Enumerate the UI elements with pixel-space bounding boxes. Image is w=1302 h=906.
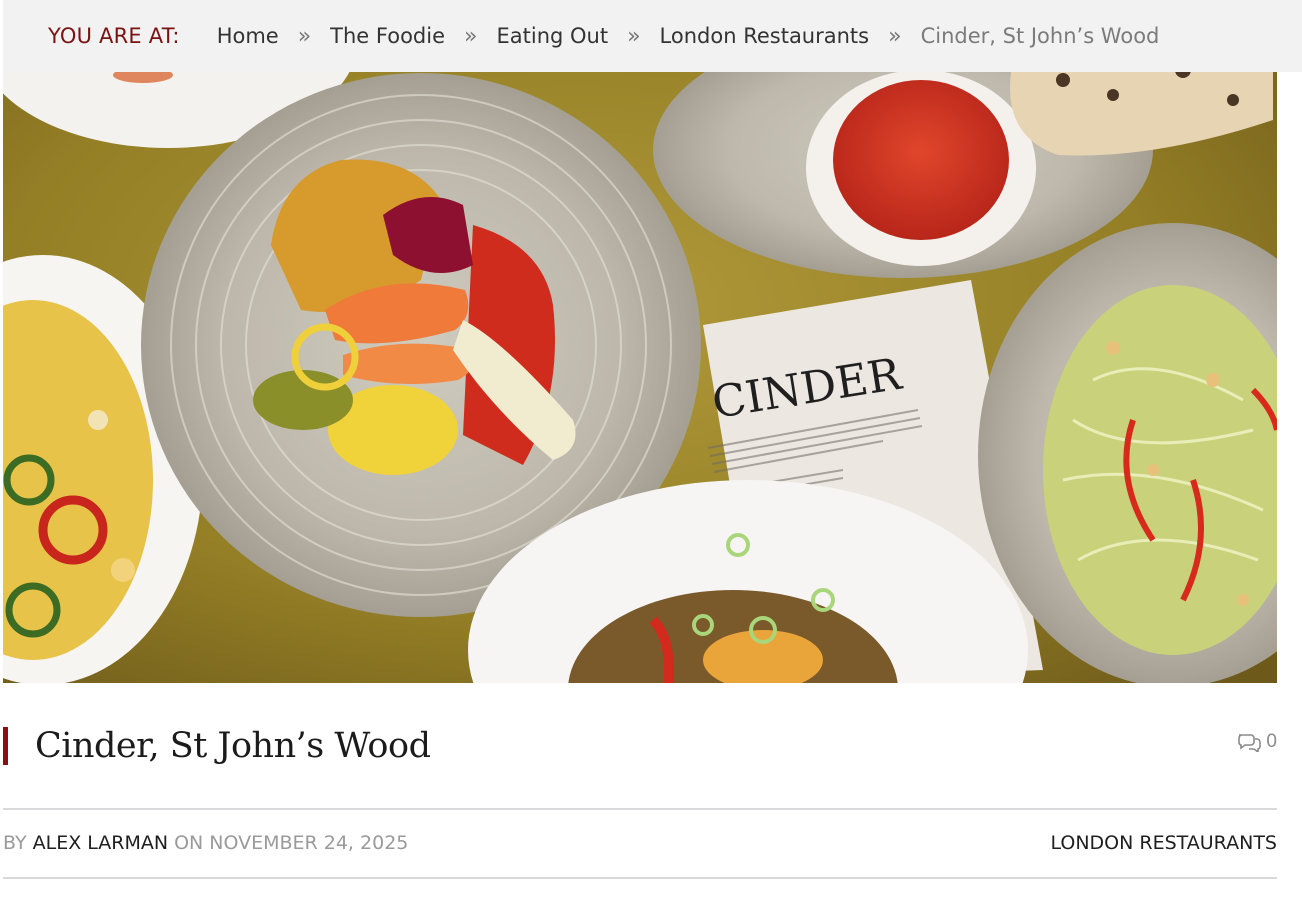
- title-accent-bar: [3, 727, 8, 765]
- article-meta: BY ALEX LARMAN ON NOVEMBER 24, 2025 LOND…: [3, 832, 1277, 854]
- title-block: Cinder, St John’s Wood: [3, 726, 431, 766]
- breadcrumb-prefix: YOU ARE AT:: [48, 24, 180, 48]
- breadcrumb-current: Cinder, St John’s Wood: [920, 24, 1160, 48]
- breadcrumb: YOU ARE AT: Home » The Foodie » Eating O…: [3, 0, 1302, 72]
- page-title: Cinder, St John’s Wood: [35, 726, 431, 766]
- breadcrumb-home-link[interactable]: Home: [217, 24, 279, 48]
- breadcrumb-eating-out-link[interactable]: Eating Out: [496, 24, 608, 48]
- breadcrumb-separator-icon: »: [627, 23, 641, 49]
- breadcrumb-foodie-link[interactable]: The Foodie: [330, 24, 445, 48]
- hero-image: CINDER: [3, 0, 1277, 683]
- divider: [3, 877, 1277, 879]
- divider: [3, 808, 1277, 810]
- comment-count: 0: [1266, 731, 1277, 752]
- hero-photo: CINDER: [3, 0, 1277, 683]
- byline-prefix: BY: [3, 832, 27, 854]
- breadcrumb-london-restaurants-link[interactable]: London Restaurants: [660, 24, 870, 48]
- breadcrumb-separator-icon: »: [464, 23, 478, 49]
- breadcrumb-separator-icon: »: [888, 23, 902, 49]
- comments-link[interactable]: 0: [1237, 731, 1277, 753]
- date-prefix: ON: [174, 832, 204, 854]
- publish-date: NOVEMBER 24, 2025: [209, 832, 409, 854]
- author-link[interactable]: ALEX LARMAN: [33, 832, 168, 854]
- breadcrumb-separator-icon: »: [297, 23, 312, 49]
- speech-bubbles-icon: [1238, 734, 1262, 752]
- category-link[interactable]: LONDON RESTAURANTS: [1050, 832, 1277, 854]
